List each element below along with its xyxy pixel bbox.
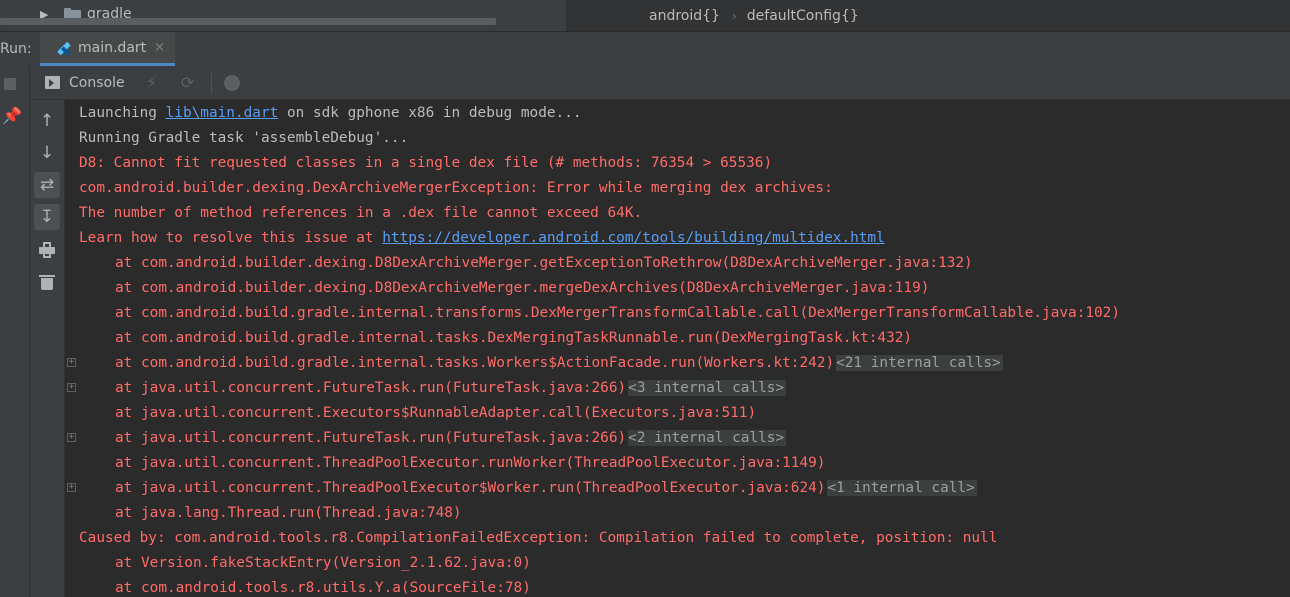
expand-fold-icon[interactable]: + [67, 433, 76, 442]
stack-frame: at com.android.builder.dexing.D8DexArchi… [115, 280, 930, 296]
file-link[interactable]: lib\main.dart [166, 105, 279, 121]
error-line: com.android.builder.dexing.DexArchiveMer… [79, 180, 833, 196]
run-label: Run: [0, 41, 32, 57]
expand-fold-icon[interactable]: + [67, 483, 76, 492]
stack-frame: at java.util.concurrent.FutureTask.run(F… [79, 376, 1290, 401]
run-panel-header: Run: main.dart × [0, 31, 1290, 67]
stack-frame: at java.util.concurrent.FutureTask.run(F… [79, 426, 1290, 451]
toolbar-divider [210, 72, 212, 93]
console-line: Launching lib\main.dart on sdk gphone x8… [79, 101, 1290, 126]
stack-frame: at java.util.concurrent.ThreadPoolExecut… [115, 455, 826, 471]
stack-frame: at com.android.tools.r8.utils.Y.a(Source… [115, 580, 531, 596]
hot-reload-icon[interactable]: ⚡ [143, 73, 161, 92]
error-line: D8: Cannot fit requested classes in a si… [79, 155, 773, 171]
dart-icon [56, 40, 72, 56]
stack-frame: at com.android.build.gradle.internal.tra… [115, 305, 1121, 321]
scroll-to-end-icon[interactable]: ↧ [34, 204, 60, 230]
console-text: at java.util.concurrent.FutureTask.run(F… [115, 380, 627, 396]
soft-wrap-icon[interactable]: ⇄ [34, 172, 60, 198]
stack-frame: at com.android.build.gradle.internal.tas… [115, 330, 913, 346]
stack-frame: at Version.fakeStackEntry(Version_2.1.62… [115, 555, 531, 571]
url-link[interactable]: https://developer.android.com/tools/buil… [382, 230, 885, 246]
error-line: The number of method references in a .de… [79, 205, 643, 221]
stack-frame: at com.android.build.gradle.internal.tas… [79, 351, 1290, 376]
console-text: at java.util.concurrent.ThreadPoolExecut… [115, 480, 826, 496]
horizontal-scrollbar[interactable] [0, 18, 496, 25]
console-side-tools: ↑ ↓ ⇄ ↧ [30, 100, 65, 597]
close-icon[interactable]: × [154, 40, 165, 55]
internal-calls-fold[interactable]: <1 internal call> [827, 480, 977, 496]
console-text: on sdk gphone x86 in debug mode... [278, 105, 582, 121]
breadcrumb-separator-icon: › [731, 8, 737, 23]
stack-frame: at com.android.builder.dexing.D8DexArchi… [115, 255, 973, 271]
print-button[interactable] [34, 237, 60, 263]
print-icon [39, 242, 55, 258]
internal-calls-fold[interactable]: <3 internal calls> [628, 380, 787, 396]
up-arrow-icon[interactable]: ↑ [34, 108, 60, 134]
stack-frame: at java.util.concurrent.ThreadPoolExecut… [79, 476, 1290, 501]
stack-frame: at java.util.concurrent.Executors$Runnab… [115, 405, 757, 421]
console-toolbar: Console ⚡ ⟳ [30, 66, 1290, 100]
tab-console[interactable]: Console [45, 75, 125, 91]
console-text: Learn how to resolve this issue at [79, 230, 383, 246]
run-left-gutter: 📌 [0, 66, 30, 597]
breadcrumb-item-defaultconfig[interactable]: defaultConfig{} [747, 8, 859, 24]
console-tab-label: Console [69, 74, 125, 91]
fold-gutter: + + + + [65, 100, 79, 597]
error-line: Caused by: com.android.tools.r8.Compilat… [79, 530, 998, 546]
hot-restart-icon[interactable]: ⟳ [179, 73, 197, 92]
console-icon [45, 76, 60, 89]
tab-main-dart[interactable]: main.dart × [40, 32, 175, 66]
breadcrumb: android{} › defaultConfig{} [567, 0, 1290, 31]
expand-fold-icon[interactable]: + [67, 358, 76, 367]
internal-calls-fold[interactable]: <21 internal calls> [836, 355, 1003, 371]
stack-frame: at java.lang.Thread.run(Thread.java:748) [115, 505, 462, 521]
console-line: Running Gradle task 'assembleDebug'... [79, 130, 409, 146]
error-line: Learn how to resolve this issue at https… [79, 226, 1290, 251]
tab-label: main.dart [78, 39, 147, 56]
breadcrumb-item-android[interactable]: android{} [649, 8, 720, 24]
stop-icon[interactable] [4, 78, 16, 90]
down-arrow-icon[interactable]: ↓ [34, 140, 60, 166]
project-tree-pane: ▶ gradle [0, 0, 567, 31]
console-text: at com.android.build.gradle.internal.tas… [115, 355, 835, 371]
expand-fold-icon[interactable]: + [67, 383, 76, 392]
open-devtools-icon[interactable] [223, 74, 240, 91]
console-text: at java.util.concurrent.FutureTask.run(F… [115, 430, 627, 446]
internal-calls-fold[interactable]: <2 internal calls> [628, 430, 787, 446]
trash-icon [39, 274, 55, 290]
console-text: Launching [79, 105, 166, 121]
top-strip: ▶ gradle android{} › defaultConfig{} [0, 0, 1290, 31]
console-output[interactable]: Launching lib\main.dart on sdk gphone x8… [79, 100, 1290, 597]
pin-icon[interactable]: 📌 [2, 106, 22, 125]
clear-all-button[interactable] [34, 269, 60, 295]
